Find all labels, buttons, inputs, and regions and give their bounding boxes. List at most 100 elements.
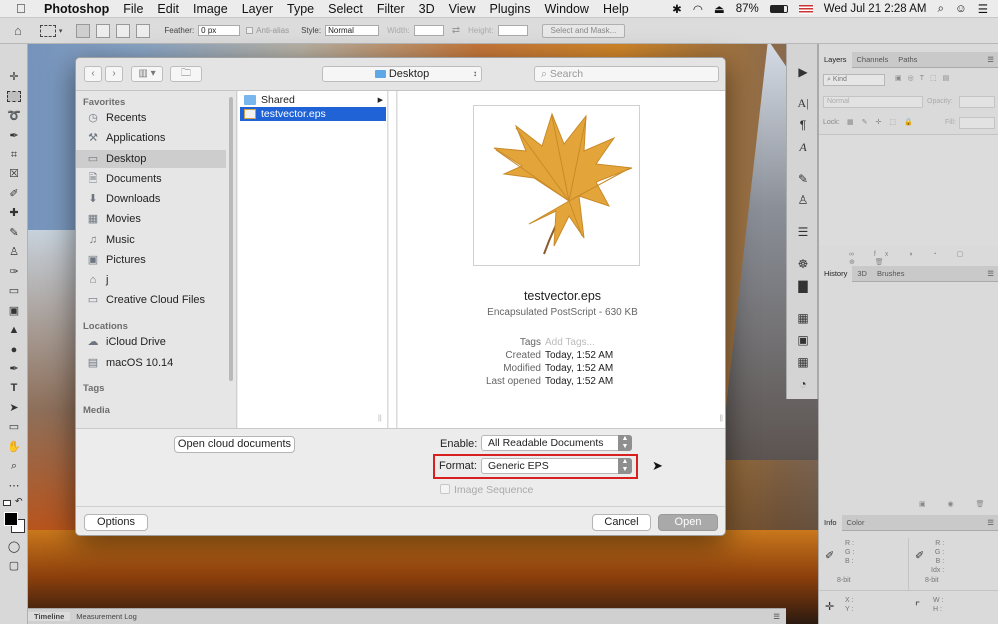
menu-layer[interactable]: Layer (242, 2, 273, 16)
blur-tool-icon[interactable]: ▲ (5, 322, 23, 338)
pen-tool-icon[interactable]: ✒ (5, 361, 23, 377)
add-tags-field[interactable]: Add Tags... (545, 337, 595, 348)
layer-kind-filter[interactable]: ⌕ Kind (823, 74, 885, 86)
sidebar-item-creative-cloud[interactable]: ▭ Creative Cloud Files (86, 291, 226, 309)
layers-list[interactable] (819, 134, 998, 246)
rectangle-tool-icon[interactable]: ▭ (5, 419, 23, 435)
file-row-shared[interactable]: Shared ▶ (240, 93, 386, 107)
spotlight-icon[interactable]: ⌕ (937, 3, 943, 16)
feather-input[interactable]: 0 px (198, 25, 241, 36)
airplay-icon[interactable]: ⏏ (714, 2, 725, 16)
bluetooth-icon[interactable]: ✱ (672, 2, 682, 16)
format-select[interactable]: Generic EPS ▲ ▼ (481, 458, 632, 474)
tab-channels[interactable]: Channels (852, 55, 894, 64)
marquee-preset-icon[interactable] (39, 24, 56, 37)
foreground-color-swatch[interactable] (4, 512, 18, 526)
tab-color[interactable]: Color (842, 518, 870, 527)
quick-mask-icon[interactable]: ◯ (5, 539, 23, 555)
marquee-tool-icon[interactable] (7, 91, 21, 102)
new-folder-button[interactable]: 🗀 (170, 66, 202, 82)
style-select[interactable]: Normal (325, 25, 380, 36)
tab-layers[interactable]: Layers (819, 51, 852, 68)
type-tool-icon[interactable]: T (5, 380, 23, 396)
notification-center-icon[interactable]: ☰ (978, 2, 988, 16)
info-menu-icon[interactable]: ☰ (982, 518, 998, 527)
menu-select[interactable]: Select (328, 2, 363, 16)
add-selection-icon[interactable] (96, 23, 111, 38)
lasso-tool-icon[interactable]: ➰ (5, 108, 23, 124)
frame-tool-icon[interactable]: ☒ (5, 166, 23, 182)
patterns-icon[interactable]: ▦ (794, 354, 812, 370)
sidebar-item-icloud[interactable]: ☁ iCloud Drive (86, 333, 226, 351)
menu-help[interactable]: Help (603, 2, 629, 16)
sidebar-item-movies[interactable]: ▦ Movies (86, 210, 226, 228)
glyphs-icon[interactable]: A (794, 139, 812, 155)
move-tool-icon[interactable]: ✛ (5, 69, 23, 85)
zoom-tool-icon[interactable]: ⌕ (5, 458, 23, 474)
blend-mode-select[interactable]: Normal (823, 96, 923, 108)
path-select-icon[interactable]: ➤ (5, 400, 23, 416)
sidebar-item-applications[interactable]: ⚒ Applications (86, 129, 226, 147)
back-button[interactable]: ‹ (84, 66, 102, 82)
tab-measurement-log[interactable]: Measurement Log (70, 612, 142, 621)
brush-settings-icon[interactable]: ✎ (794, 171, 812, 187)
history-menu-icon[interactable]: ☰ (982, 269, 998, 278)
stamp-tool-icon[interactable]: ♙ (5, 244, 23, 260)
flag-icon[interactable] (798, 4, 813, 14)
more-tools-icon[interactable]: ⋯ (5, 478, 23, 494)
crop-tool-icon[interactable]: ⌗ (5, 147, 23, 163)
sidebar-item-macos-disk[interactable]: ▤ macOS 10.14 (86, 354, 226, 372)
options-button[interactable]: Options (84, 514, 148, 531)
column-resize-handle[interactable]: || (378, 415, 382, 422)
menu-window[interactable]: Window (545, 2, 589, 16)
tab-paths[interactable]: Paths (893, 55, 922, 64)
home-icon[interactable]: ⌂ (14, 23, 22, 38)
menu-image[interactable]: Image (193, 2, 228, 16)
width-input[interactable] (413, 25, 444, 36)
height-input[interactable] (497, 25, 528, 36)
sidebar-item-pictures[interactable]: ▣ Pictures (86, 251, 226, 269)
clone-source-icon[interactable]: ♙ (794, 192, 812, 208)
hand-tool-icon[interactable]: ✋ (5, 439, 23, 455)
battery-icon[interactable] (769, 5, 788, 13)
swap-icon[interactable]: ⇄ (452, 25, 460, 36)
menu-3d[interactable]: 3D (419, 2, 435, 16)
paragraph-icon[interactable]: ¶ (794, 117, 812, 133)
properties-icon[interactable]: ☰ (794, 224, 812, 240)
view-mode-button[interactable]: ▥ ▾ (131, 66, 163, 82)
default-colors-icon[interactable] (3, 500, 11, 506)
new-selection-icon[interactable] (76, 23, 91, 38)
adjustments-icon[interactable]: ☸ (794, 256, 812, 272)
opacity-input[interactable] (959, 96, 995, 108)
character-icon[interactable]: A| (794, 95, 812, 111)
location-popup[interactable]: Desktop ↕ (322, 66, 482, 82)
menu-edit[interactable]: Edit (157, 2, 179, 16)
eraser-icon[interactable]: ▭ (5, 283, 23, 299)
sidebar-item-desktop[interactable]: ▭ Desktop (76, 150, 226, 168)
preview-resize-handle[interactable]: || (719, 415, 723, 422)
sidebar-item-documents[interactable]: 🗎 Documents (86, 170, 226, 188)
sidebar-item-home[interactable]: ⌂ j (86, 271, 226, 289)
gradient-tool-icon[interactable]: ▣ (5, 303, 23, 319)
quick-select-icon[interactable]: ✒ (5, 128, 23, 144)
intersect-selection-icon[interactable] (136, 23, 151, 38)
apple-icon[interactable]:  (16, 1, 34, 16)
tab-history[interactable]: History (819, 265, 853, 282)
timeline-menu-icon[interactable]: ☰ (767, 612, 786, 621)
wifi-icon[interactable]: ◠ (693, 2, 703, 16)
menu-plugins[interactable]: Plugins (490, 2, 531, 16)
gradients-icon[interactable]: ▣ (794, 332, 812, 348)
antialias-checkbox[interactable] (246, 27, 254, 34)
swatches-icon[interactable]: ▦ (794, 310, 812, 326)
panel-menu-icon[interactable]: ☰ (982, 55, 998, 64)
clock-text[interactable]: Wed Jul 21 2:28 AM (824, 3, 927, 15)
search-field[interactable]: ⌕ Search (534, 66, 719, 82)
tab-brushes[interactable]: Brushes (872, 269, 910, 278)
sidebar-item-recents[interactable]: ◷ Recents (86, 109, 226, 127)
tab-timeline[interactable]: Timeline (28, 612, 71, 621)
forward-button[interactable]: › (105, 66, 123, 82)
eyedropper-icon[interactable]: ✐ (5, 186, 23, 202)
menu-view[interactable]: View (449, 2, 476, 16)
sidebar-item-music[interactable]: ♫ Music (86, 231, 226, 249)
sidebar-item-downloads[interactable]: ⬇ Downloads (86, 190, 226, 208)
